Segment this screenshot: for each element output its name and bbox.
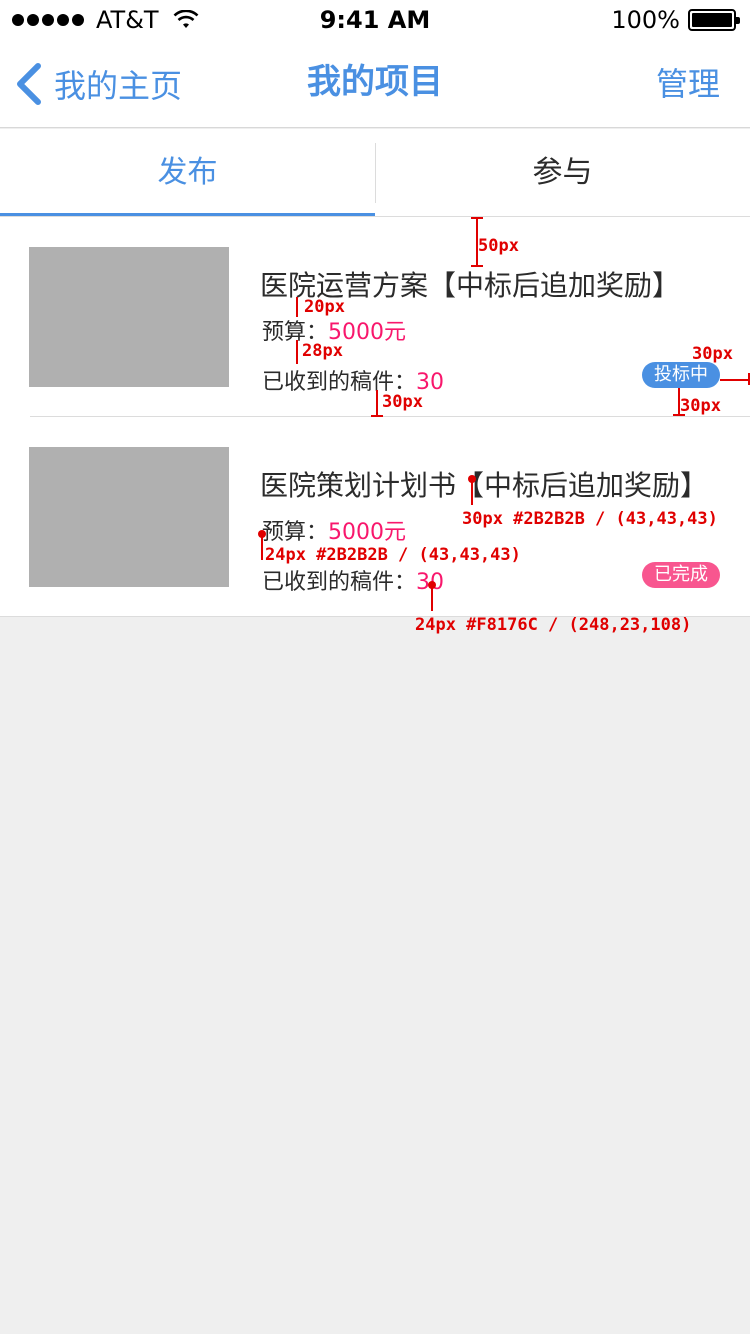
project-title: 医院策划计划书【中标后追加奖励】: [260, 469, 709, 502]
status-badge: 投标中: [642, 362, 720, 388]
tab-bar: 发布 参与: [0, 129, 750, 217]
budget-label: 预算：: [262, 520, 329, 545]
submission-count: 已收到的稿件：30: [262, 364, 444, 396]
count-value: 30: [416, 370, 445, 395]
project-title: 医院运营方案【中标后追加奖励】: [260, 269, 681, 302]
project-budget: 预算：5000元: [262, 514, 406, 546]
battery-icon: [688, 9, 740, 31]
submission-count: 已收到的稿件：30: [262, 564, 444, 596]
status-badge: 已完成: [642, 562, 720, 588]
project-budget: 预算：5000元: [262, 314, 406, 346]
back-button[interactable]: 我的主页: [14, 40, 182, 128]
back-label: 我的主页: [54, 67, 183, 105]
list-item[interactable]: 医院运营方案【中标后追加奖励】 预算：5000元 已收到的稿件：30 投标中: [0, 217, 750, 417]
count-label: 已收到的稿件：: [262, 370, 417, 395]
count-value: 30: [416, 570, 445, 595]
budget-value: 5000元: [328, 320, 407, 345]
status-right: 100%: [611, 6, 740, 34]
chevron-left-icon: [17, 63, 41, 105]
tab-publish[interactable]: 发布: [0, 129, 375, 216]
list-item[interactable]: 医院策划计划书【中标后追加奖励】 预算：5000元 已收到的稿件：30 已完成: [0, 417, 750, 617]
annotation-label: 24px #F8176C / (248,23,108): [415, 615, 692, 635]
project-thumbnail: [29, 247, 229, 387]
status-bar: AT&T 9:41 AM 100%: [0, 0, 750, 40]
project-list: 医院运营方案【中标后追加奖励】 预算：5000元 已收到的稿件：30 投标中 医…: [0, 217, 750, 617]
project-thumbnail: [29, 447, 229, 587]
budget-value: 5000元: [328, 520, 407, 545]
nav-bar: 我的主页 我的项目 管理: [0, 40, 750, 128]
manage-button[interactable]: 管理: [656, 40, 720, 128]
count-label: 已收到的稿件：: [262, 570, 417, 595]
battery-percent: 100%: [611, 6, 680, 34]
budget-label: 预算：: [262, 320, 329, 345]
tab-participate[interactable]: 参与: [375, 129, 750, 216]
